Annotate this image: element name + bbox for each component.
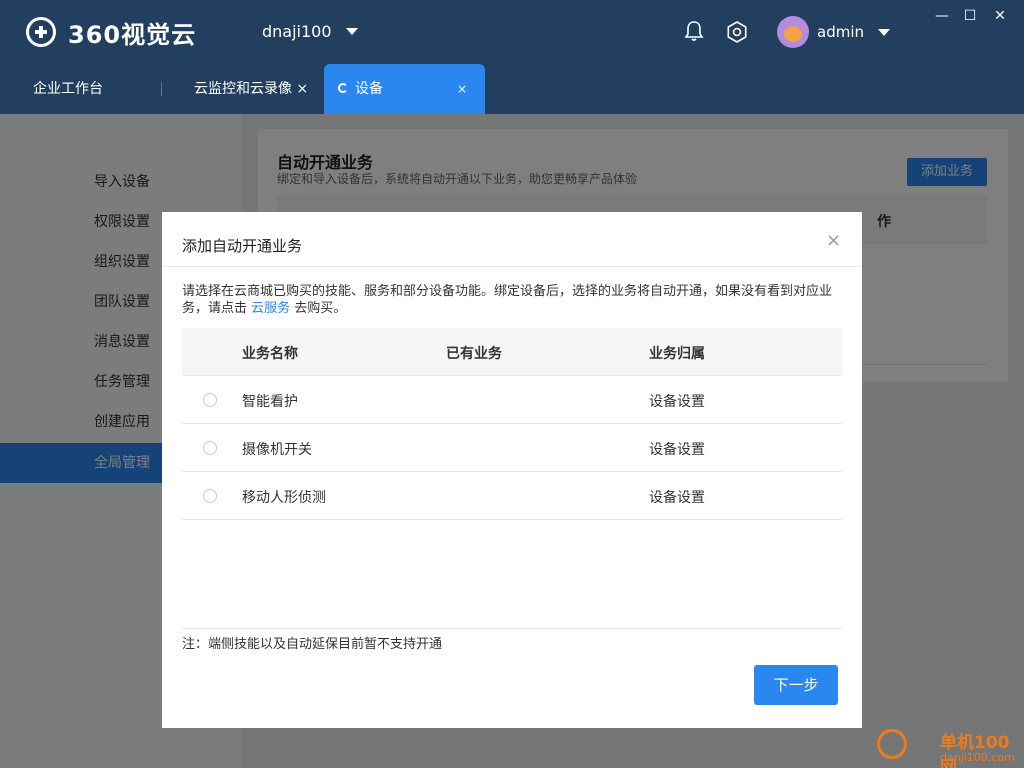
tab-label: 设备 [355,81,383,97]
tab-divider [161,82,162,96]
minimize-button[interactable]: — [932,8,952,24]
app-logo: 360视觉云 [26,17,197,49]
account-name: dnaji100 [262,22,332,41]
service-name: 移动人形侦测 [242,490,326,506]
tab-bar: 企业工作台 云监控和云录像 × 设备 × [0,64,1024,114]
refresh-icon [338,83,348,93]
dialog-note: 注：端侧技能以及自动延保目前暂不支持开通 [182,637,443,652]
tab-close-icon[interactable]: × [296,81,308,97]
service-owner: 设备设置 [649,442,705,458]
divider [182,628,842,629]
service-name: 摄像机开关 [242,442,312,458]
dialog-title: 添加自动开通业务 [182,237,303,255]
add-auto-service-dialog: 添加自动开通业务 × 请选择在云商城已购买的技能、服务和部分设备功能。绑定设备后… [162,212,862,728]
logo-text: 360视觉云 [68,20,197,49]
divider [162,266,862,267]
description-text: 去购买。 [290,301,347,316]
column-existing-service: 已有业务 [446,346,502,362]
bell-icon[interactable] [684,20,704,42]
row-radio[interactable] [203,393,217,407]
chevron-down-icon [878,28,890,36]
cloud-service-link[interactable]: 云服务 [251,301,290,316]
row-radio[interactable] [203,489,217,503]
user-menu[interactable]: admin [817,23,890,41]
tab-device[interactable]: 设备 × [324,64,485,114]
service-table-header: 业务名称 已有业务 业务归属 [182,328,842,376]
tab-cloud-monitor[interactable]: 云监控和云录像 × [194,64,308,114]
service-name: 智能看护 [242,394,298,410]
watermark-logo-icon [877,729,907,759]
close-window-button[interactable]: ✕ [990,8,1010,24]
column-service-owner: 业务归属 [649,346,705,362]
logo-plus-icon [26,17,56,47]
tab-close-icon[interactable]: × [457,64,467,114]
watermark: 单机100网 danji100.com [873,724,1024,768]
maximize-button[interactable]: ☐ [960,8,980,24]
service-owner: 设备设置 [649,490,705,506]
tab-label: 云监控和云录像 [194,81,292,97]
table-row[interactable]: 智能看护 设备设置 [182,376,842,424]
dialog-description: 请选择在云商城已购买的技能、服务和部分设备功能。绑定设备后，选择的业务将自动开通… [182,283,846,317]
tab-workbench[interactable]: 企业工作台 [33,64,103,114]
row-radio[interactable] [203,441,217,455]
account-switcher[interactable]: dnaji100 [262,22,358,41]
table-row[interactable]: 摄像机开关 设备设置 [182,424,842,472]
column-service-name: 业务名称 [242,346,298,362]
next-step-button[interactable]: 下一步 [754,665,838,705]
title-bar: 360视觉云 dnaji100 admin — ☐ ✕ [0,0,1024,64]
watermark-url: danji100.com [940,751,1015,764]
user-name: admin [817,23,864,41]
table-row[interactable]: 移动人形侦测 设备设置 [182,472,842,520]
gear-icon[interactable] [726,21,748,43]
close-icon[interactable]: × [826,230,841,251]
service-owner: 设备设置 [649,394,705,410]
chevron-down-icon [345,28,358,35]
avatar[interactable] [777,16,809,48]
